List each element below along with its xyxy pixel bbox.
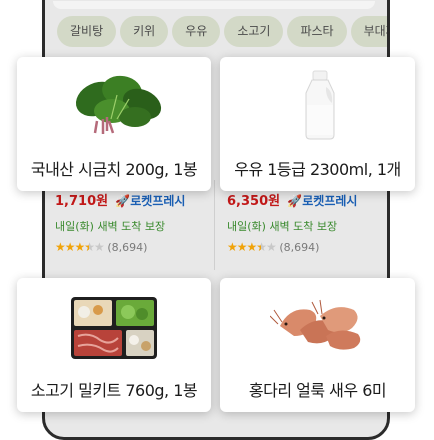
- review-count: (8,694): [279, 241, 320, 254]
- product-card-spinach[interactable]: 국내산 시금치 200g, 1봉: [17, 57, 211, 191]
- delivery-info: 내일(화) 새벽 도착 보장: [55, 220, 166, 233]
- milk-bottle-image: [305, 70, 335, 140]
- star-rating-icon: ★★★★★★: [55, 240, 105, 254]
- spinach-image: [75, 75, 162, 134]
- category-chip[interactable]: 키위: [120, 16, 169, 47]
- product-title: 홍다리 얼룩 새우 6미: [248, 381, 387, 400]
- category-chip[interactable]: 갈비탕: [57, 16, 117, 47]
- price: 1,710원: [55, 194, 109, 209]
- product-title: 우유 1등급 2300ml, 1개: [234, 160, 401, 179]
- rocket-fresh-badge: 🚀로켓프레시: [287, 194, 358, 208]
- product-card-shrimp[interactable]: 홍다리 얼룩 새우 6미: [220, 278, 415, 412]
- category-chip[interactable]: 부대찌개: [350, 16, 387, 47]
- category-chip[interactable]: 소고기: [224, 16, 284, 47]
- product-grid-divider: [214, 180, 215, 270]
- category-chip[interactable]: 우유: [172, 16, 221, 47]
- price-row: 1,710원 🚀로켓프레시: [55, 190, 185, 212]
- rating: ★★★★★★ (8,694): [227, 240, 357, 254]
- category-chips: 갈비탕키위우유소고기파스타부대찌개: [57, 16, 387, 47]
- price-row: 6,350원 🚀로켓프레시: [227, 190, 357, 212]
- rocket-icon: 🚀: [287, 194, 303, 208]
- shrimp-image: [270, 299, 361, 350]
- product-card-beef-mealkit[interactable]: 소고기 밀키트 760g, 1봉: [17, 278, 211, 412]
- star-rating-icon: ★★★★★★: [227, 240, 277, 254]
- product-card-milk[interactable]: 우유 1등급 2300ml, 1개: [220, 57, 415, 191]
- product-title: 국내산 시금치 200g, 1봉: [30, 160, 198, 179]
- product-title: 소고기 밀키트 760g, 1봉: [30, 381, 198, 400]
- review-count: (8,694): [107, 241, 148, 254]
- product-info-left[interactable]: 1,710원 🚀로켓프레시 내일(화) 새벽 도착 보장 ★★★★★★ (8,6…: [55, 190, 185, 254]
- category-chip[interactable]: 파스타: [287, 16, 347, 47]
- delivery-info: 내일(화) 새벽 도착 보장: [227, 220, 338, 233]
- product-info-right[interactable]: 6,350원 🚀로켓프레시 내일(화) 새벽 도착 보장 ★★★★★★ (8,6…: [227, 190, 357, 254]
- beef-mealkit-image: [71, 297, 157, 359]
- rocket-fresh-badge: 🚀로켓프레시: [115, 194, 186, 208]
- rocket-icon: 🚀: [115, 194, 131, 208]
- search-bar-bottom: [53, 1, 375, 9]
- price: 6,350원: [227, 194, 281, 209]
- rating: ★★★★★★ (8,694): [55, 240, 185, 254]
